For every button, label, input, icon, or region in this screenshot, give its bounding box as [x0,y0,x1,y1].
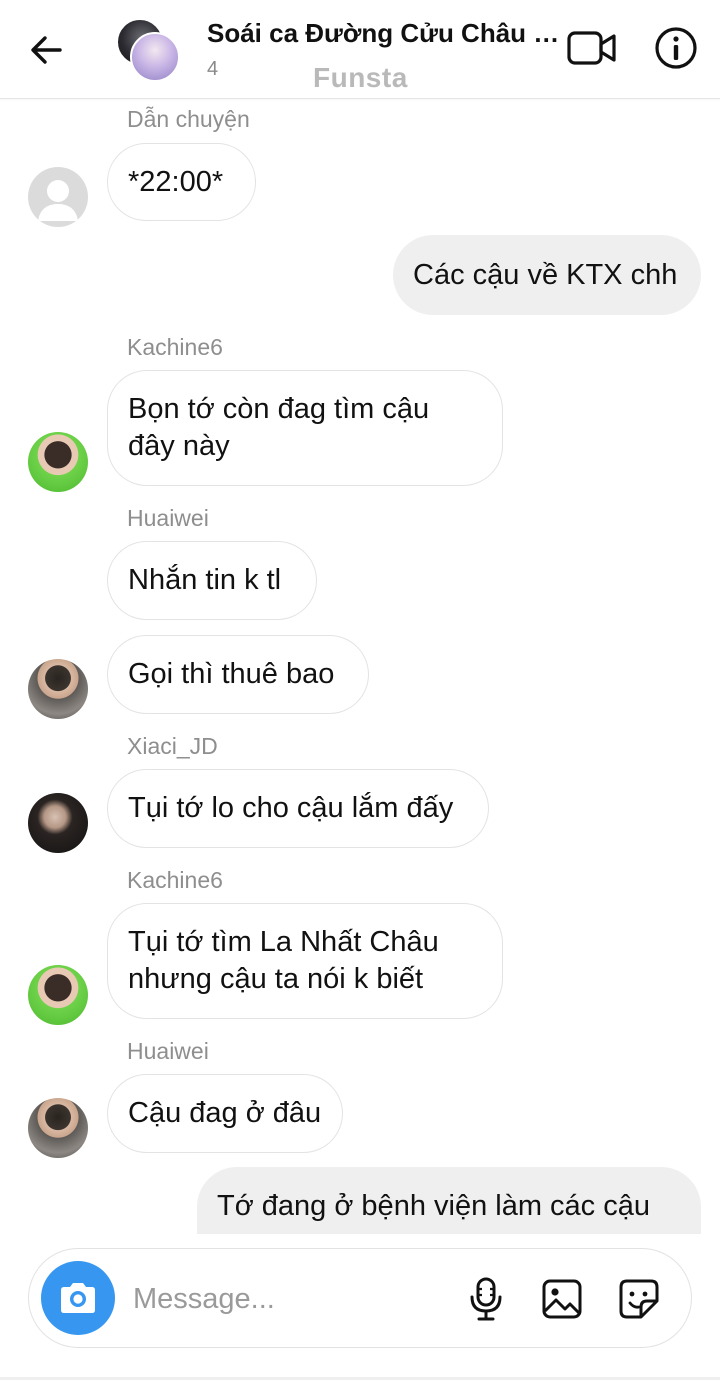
message-list[interactable]: Dẫn chuyện *22:00* Các cậu về KTX chh Ka… [0,98,720,1234]
message-composer [28,1248,692,1348]
microphone-icon [470,1277,502,1321]
user-avatar[interactable] [28,1098,88,1158]
member-count: 4 [207,58,219,80]
gallery-button[interactable] [539,1276,585,1322]
sender-name: Kachine6 [127,867,223,893]
chat-screen: Soái ca Đường Cửu Châu và ... 4 Funsta D… [0,0,720,1380]
message-bubble[interactable]: Nhắn tin k tl [107,541,317,620]
video-camera-icon [567,31,616,65]
message-bubble[interactable]: Gọi thì thuê bao [107,635,369,714]
camera-icon [61,1283,95,1313]
info-icon [655,27,697,69]
sticker-icon [619,1279,659,1319]
sender-name: Kachine6 [127,334,223,360]
video-call-button[interactable] [566,27,618,69]
arrow-left-icon [31,36,62,64]
group-avatar[interactable] [116,18,180,82]
sender-name: Huaiwei [127,505,209,531]
info-button[interactable] [654,26,698,70]
message-bubble[interactable]: *22:00* [107,143,256,221]
user-avatar[interactable] [28,965,88,1025]
camera-button[interactable] [41,1261,115,1335]
back-button[interactable] [22,26,70,74]
image-icon [542,1279,582,1319]
message-bubble-outgoing[interactable]: Tớ đang ở bệnh viện làm các cậu [197,1167,701,1234]
member-avatar-2 [130,32,180,82]
message-bubble-outgoing[interactable]: Các cậu về KTX chh [393,235,701,315]
message-bubble[interactable]: Tụi tớ lo cho cậu lắm đấy [107,769,489,848]
message-bubble[interactable]: Bọn tớ còn đag tìm cậu đây này [107,370,503,486]
message-input[interactable] [133,1279,453,1319]
sender-name: Dẫn chuyện [127,106,250,132]
sender-name: Huaiwei [127,1038,209,1064]
user-avatar[interactable] [28,793,88,853]
sticker-button[interactable] [616,1276,662,1322]
chat-title[interactable]: Soái ca Đường Cửu Châu và ... [207,18,567,49]
user-avatar[interactable] [28,432,88,492]
watermark: Funsta [313,62,408,93]
sender-name: Xiaci_JD [127,733,218,759]
user-avatar[interactable] [28,659,88,719]
voice-button[interactable] [463,1276,509,1322]
default-avatar-icon[interactable] [28,167,88,227]
chat-header: Soái ca Đường Cửu Châu và ... 4 Funsta [0,0,720,99]
message-bubble[interactable]: Cậu đag ở đâu [107,1074,343,1153]
person-silhouette-icon [38,180,78,221]
message-bubble[interactable]: Tụi tớ tìm La Nhất Châu nhưng cậu ta nói… [107,903,503,1019]
